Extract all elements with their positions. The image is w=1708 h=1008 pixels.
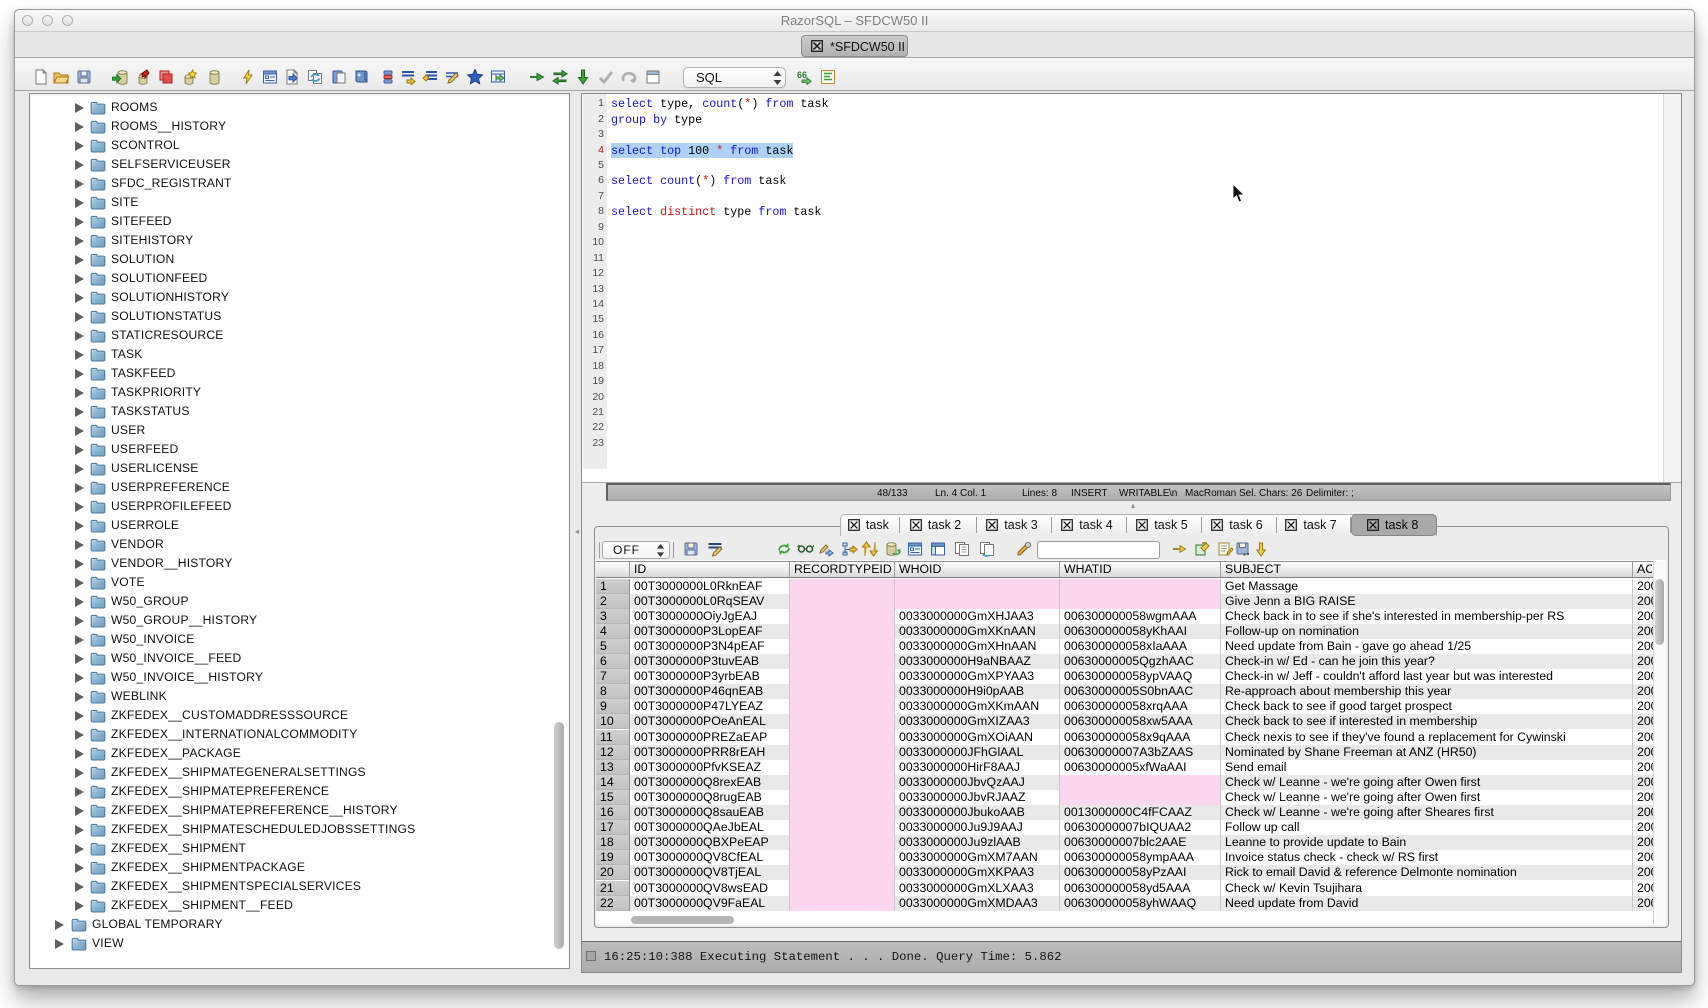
svg-text:66: 66 xyxy=(797,70,807,80)
